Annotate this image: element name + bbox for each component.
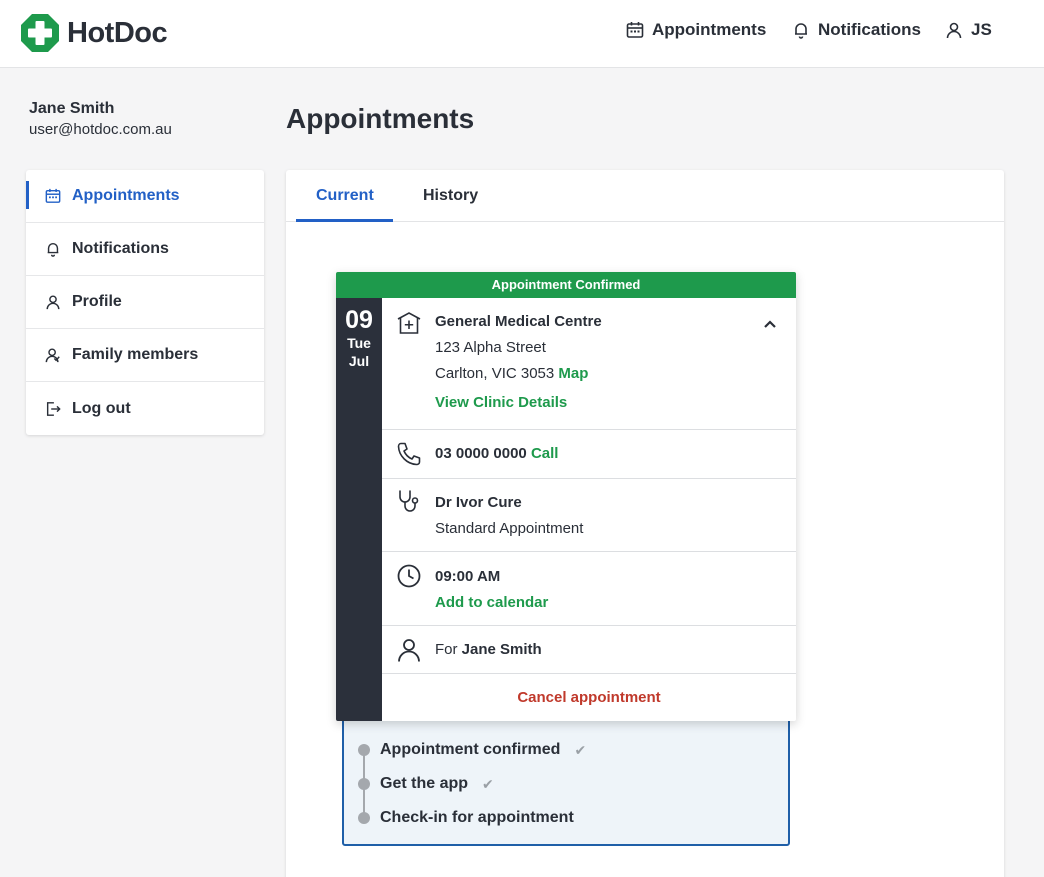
nav-notifications[interactable]: Notifications	[792, 20, 921, 40]
clinic-suburb: Carlton, VIC 3053	[435, 365, 555, 382]
tab-bar: Current History	[286, 170, 1004, 222]
sidebar-item-family-members[interactable]: Family members	[26, 329, 264, 382]
nav-appointments-label: Appointments	[652, 20, 767, 39]
checklist-item-label: Get the app	[380, 775, 469, 792]
checklist-dot	[358, 812, 370, 824]
checkmark-icon: ✔	[574, 741, 587, 758]
clinic-street: 123 Alpha Street	[435, 339, 546, 356]
sidebar-item-label: Notifications	[72, 240, 169, 257]
calendar-icon	[45, 188, 61, 203]
hotdoc-cross-icon	[21, 14, 59, 52]
clinic-name[interactable]: General Medical Centre	[435, 313, 602, 330]
doctor-section: Dr Ivor Cure Standard Appointment	[382, 479, 796, 552]
sidebar-item-appointments[interactable]: Appointments	[26, 170, 264, 223]
person-icon	[46, 295, 60, 310]
patient-prefix: For	[435, 641, 458, 658]
date-month: Jul	[348, 353, 370, 369]
cancel-appointment-button[interactable]: Cancel appointment	[382, 689, 796, 706]
checklist-item[interactable]: Check-in for appointment	[358, 809, 574, 827]
checkmark-icon: ✔	[482, 775, 494, 792]
date-weekday: Tue	[347, 335, 371, 351]
patient-name: Jane Smith	[461, 641, 542, 658]
sidebar: Appointments Notifications Profile Famil…	[26, 170, 264, 435]
appointment-details: General Medical Centre 123 Alpha Street …	[382, 298, 796, 720]
add-to-calendar-link[interactable]: Add to calendar	[435, 594, 548, 611]
patient-section: For Jane Smith	[382, 626, 796, 674]
view-clinic-details-link[interactable]: View Clinic Details	[435, 394, 567, 411]
checklist-dot	[358, 778, 370, 790]
nav-user-menu[interactable]: JS	[945, 20, 992, 40]
checklist-item[interactable]: Get the app ✔	[358, 775, 494, 793]
stethoscope-icon	[396, 489, 422, 515]
checklist-dot	[358, 744, 370, 756]
appointment-checklist: Appointment confirmed ✔ Get the app ✔ Ch…	[342, 708, 790, 846]
sidebar-item-label: Log out	[72, 399, 131, 417]
time-section: 09:00 AM Add to calendar	[382, 552, 796, 626]
calendar-icon	[626, 22, 644, 38]
map-link[interactable]: Map	[558, 365, 588, 382]
appointment-card: Appointment Confirmed 09 Tue Jul General…	[336, 272, 796, 721]
chevron-up-icon[interactable]	[762, 316, 778, 332]
nav-appointments[interactable]: Appointments	[626, 20, 766, 40]
call-link[interactable]: Call	[531, 445, 559, 462]
sidebar-item-label: Family members	[72, 346, 199, 363]
cancel-section: Cancel appointment	[382, 674, 796, 720]
doctor-name: Dr Ivor Cure	[435, 494, 522, 511]
date-column: 09 Tue Jul	[336, 298, 382, 721]
checklist-item: Appointment confirmed ✔	[358, 741, 586, 759]
phone-number: 03 0000 0000	[435, 445, 527, 462]
checklist-item-label: Check-in for appointment	[380, 809, 574, 826]
sidebar-item-label: Appointments	[72, 187, 180, 204]
hotdoc-logo[interactable]: HotDoc	[20, 13, 168, 53]
phone-icon	[396, 441, 422, 467]
person-icon	[946, 22, 962, 39]
clinic-icon	[396, 310, 422, 336]
phone-line: 03 0000 0000 Call	[435, 445, 558, 462]
user-initials: JS	[971, 20, 992, 39]
clock-icon	[396, 563, 422, 589]
user-name: Jane Smith	[29, 100, 115, 117]
checklist-item-label: Appointment confirmed	[380, 741, 561, 758]
sidebar-item-log-out[interactable]: Log out	[26, 382, 264, 435]
sidebar-item-label: Profile	[72, 293, 122, 310]
nav-notifications-label: Notifications	[818, 20, 921, 39]
top-bar: HotDoc Appointments Notifications JS	[0, 0, 1044, 68]
user-email: user@hotdoc.com.au	[29, 121, 172, 138]
phone-section: 03 0000 0000 Call	[382, 430, 796, 479]
sidebar-item-profile[interactable]: Profile	[26, 276, 264, 329]
appointment-type: Standard Appointment	[435, 520, 584, 537]
page-title: Appointments	[286, 103, 475, 134]
appointment-time: 09:00 AM	[435, 568, 501, 585]
clinic-section: General Medical Centre 123 Alpha Street …	[382, 298, 796, 430]
brand-name: HotDoc	[67, 16, 168, 49]
patient-line: For Jane Smith	[435, 641, 542, 658]
clinic-suburb-line: Carlton, VIC 3053 Map	[435, 365, 588, 382]
bell-icon	[795, 23, 807, 39]
sidebar-item-notifications[interactable]: Notifications	[26, 223, 264, 276]
family-icon	[45, 348, 60, 363]
person-icon	[396, 637, 422, 663]
tab-history[interactable]: History	[423, 187, 478, 205]
status-badge: Appointment Confirmed	[336, 272, 796, 298]
tab-current[interactable]: Current	[316, 187, 374, 205]
active-tab-indicator	[296, 219, 393, 222]
bell-icon	[47, 242, 59, 257]
date-day: 09	[345, 306, 373, 334]
logout-icon	[46, 401, 61, 416]
